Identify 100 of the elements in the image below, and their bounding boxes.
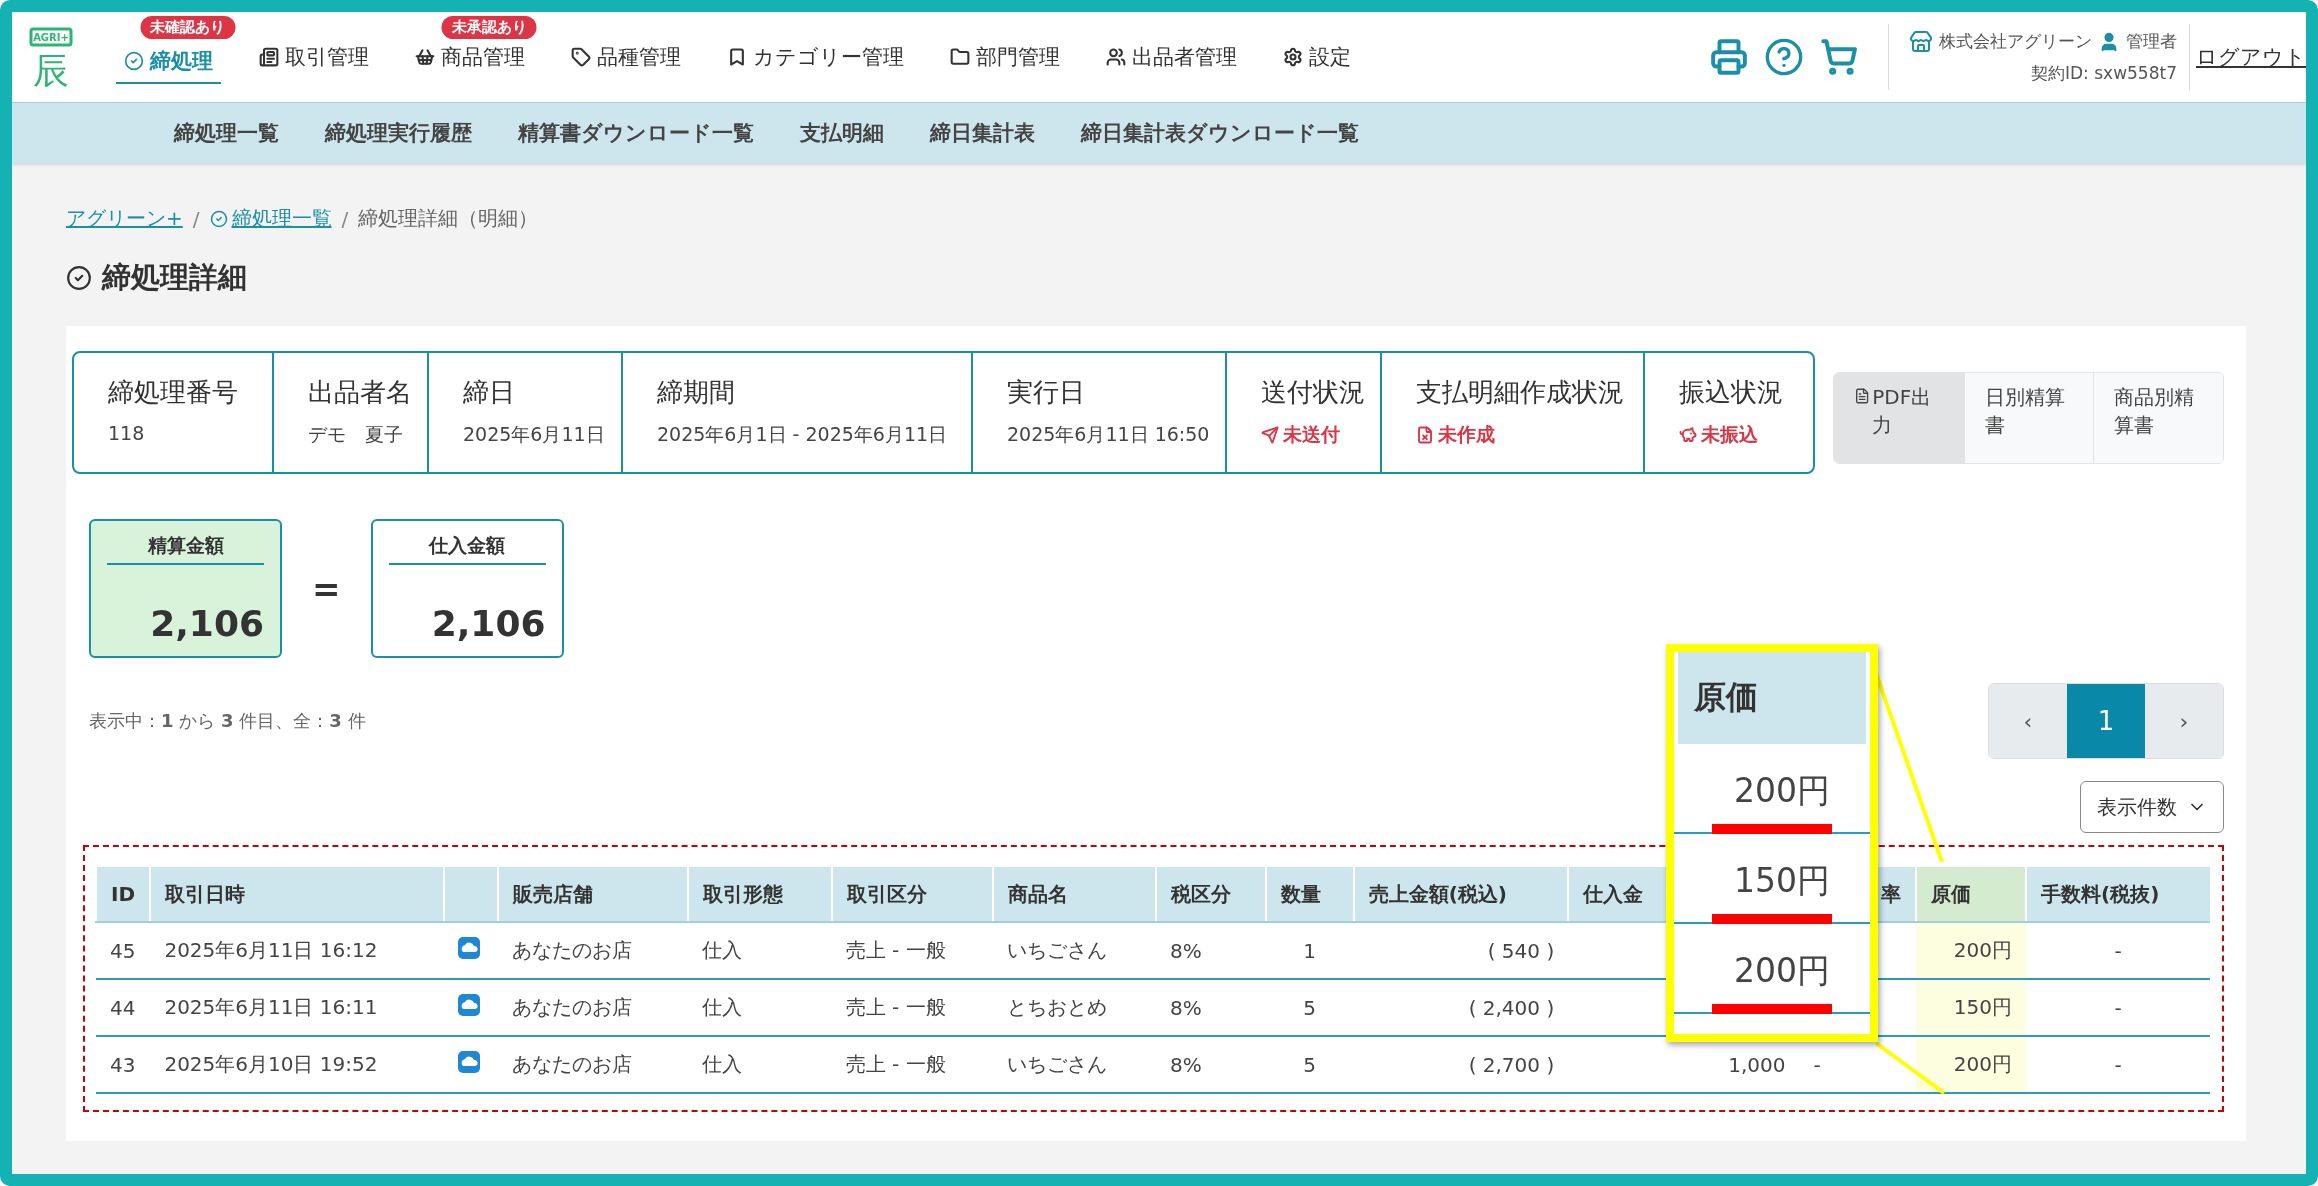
info-label: 締日 xyxy=(463,376,516,409)
status-icon xyxy=(1679,426,1697,444)
file-icon xyxy=(1854,387,1871,405)
column-header: 取引区分 xyxy=(831,867,993,922)
printer-icon[interactable] xyxy=(1710,38,1748,76)
nav-tab[interactable]: 締処理 xyxy=(116,40,221,84)
table-cell: 200円 xyxy=(1916,1036,2026,1093)
cloud-icon xyxy=(458,937,481,959)
subnav-link[interactable]: 支払明細 xyxy=(800,119,884,147)
nav-tab[interactable]: カテゴリー管理 xyxy=(719,35,912,79)
table-cell: あなたのお店 xyxy=(498,979,689,1036)
table-cell: 8% xyxy=(1155,979,1266,1036)
notice-badge: 未確認あり xyxy=(140,16,235,39)
table-cell: とちおとめ xyxy=(992,979,1156,1036)
info-value: 未送付 xyxy=(1261,422,1364,448)
subnav-link[interactable]: 締日集計表 xyxy=(930,119,1035,147)
subnav-link[interactable]: 締日集計表ダウンロード一覧 xyxy=(1081,119,1359,147)
nav-tab[interactable]: 出品者管理 xyxy=(1098,35,1245,79)
table-cell: 8% xyxy=(1155,922,1266,979)
header-cell xyxy=(444,867,499,922)
settings-icon xyxy=(1283,47,1303,67)
info-value: 118 xyxy=(108,422,146,444)
table-cell: 45 xyxy=(96,922,151,979)
info-label: 送付状況 xyxy=(1261,376,1364,409)
table-cell: ( 2,700 ) xyxy=(1353,1036,1569,1093)
table-cell: 2025年6月11日 16:11 xyxy=(150,979,445,1036)
logout-link[interactable]: ログアウト xyxy=(2196,43,2306,71)
info-label: 締期間 xyxy=(657,376,736,409)
info-value: 2025年6月11日 xyxy=(463,422,605,447)
summary-value: 2,106 xyxy=(149,603,264,644)
page-title: 締処理詳細 xyxy=(102,259,247,296)
column-header: 手数料(税抜) xyxy=(2026,867,2210,922)
next-page-button[interactable]: › xyxy=(2145,684,2223,758)
notice-badge: 未承認あり xyxy=(441,16,537,39)
cloud-icon xyxy=(458,1051,481,1073)
cloud-icon xyxy=(458,994,481,1016)
check-circle-icon xyxy=(209,209,228,228)
basket-icon xyxy=(415,47,435,67)
nav-tab[interactable]: 部門管理 xyxy=(942,35,1068,79)
info-label: 支払明細作成状況 xyxy=(1416,376,1625,409)
table-cell: 仕入 xyxy=(688,922,832,979)
table-cell: 150円 xyxy=(1916,979,2026,1036)
column-header: 税区分 xyxy=(1155,867,1266,922)
page-size-dropdown[interactable]: 表示件数 xyxy=(2080,781,2224,833)
folder-icon xyxy=(950,47,970,67)
column-header: 販売店舗 xyxy=(498,867,689,922)
subnav-link[interactable]: 締処理一覧 xyxy=(174,119,279,147)
info-value: 2025年6月1日 - 2025年6月11日 xyxy=(657,422,949,447)
subnav-link[interactable]: 精算書ダウンロード一覧 xyxy=(518,119,754,147)
check-circle-icon xyxy=(124,51,144,71)
info-label: 振込状況 xyxy=(1679,376,1784,409)
table-cell: 200円 xyxy=(1916,922,2026,979)
summary-label: 仕入金額 xyxy=(388,533,546,565)
callout-value: 200円 xyxy=(1734,950,1830,992)
table-cell: ( 540 ) xyxy=(1353,922,1569,979)
cart-icon[interactable] xyxy=(1820,38,1858,76)
table-cell: あなたのお店 xyxy=(498,1036,689,1093)
table-cell: 5 xyxy=(1265,1036,1354,1093)
action-button[interactable]: 日別精算書 xyxy=(1963,373,2094,463)
table-cell: - xyxy=(2026,922,2210,979)
page-button[interactable]: 1 xyxy=(2067,684,2145,758)
users-icon xyxy=(1106,47,1126,67)
subnav-link[interactable]: 締処理実行履歴 xyxy=(325,119,472,147)
action-button[interactable]: 商品別精算書 xyxy=(2093,373,2223,463)
check-circle-icon xyxy=(66,265,92,291)
table-cell: 売上 - 一般 xyxy=(831,922,993,979)
info-label: 実行日 xyxy=(1007,376,1086,409)
info-label: 締処理番号 xyxy=(108,376,239,409)
callout-value: 200円 xyxy=(1734,770,1830,812)
nav-tab[interactable]: 品種管理 xyxy=(563,35,689,79)
summary-value: 2,106 xyxy=(430,603,546,644)
table-cell: 44 xyxy=(96,979,151,1036)
store-icon xyxy=(1909,29,1933,54)
contract-id: 契約ID: sxw558t7 xyxy=(2031,61,2177,85)
status-icon xyxy=(1261,426,1279,444)
table-cell: いちごさん xyxy=(992,922,1156,979)
prev-page-button[interactable]: ‹ xyxy=(1989,684,2067,758)
table-cell: 43 xyxy=(96,1036,151,1093)
column-header: 原価 xyxy=(1916,867,2026,922)
summary-label: 精算金額 xyxy=(107,533,264,565)
table-cell: - xyxy=(2026,979,2210,1036)
bookmark-icon xyxy=(727,47,747,67)
newspaper-icon xyxy=(259,47,279,67)
callout-header: 原価 xyxy=(1674,652,1870,744)
nav-tab[interactable]: 取引管理 xyxy=(251,35,377,79)
user-role: 管理者 xyxy=(2126,30,2177,53)
info-value: 未作成 xyxy=(1416,422,1627,448)
tag-icon xyxy=(571,47,591,67)
column-header: 売上金額(税込) xyxy=(1353,867,1569,922)
nav-tab[interactable]: 設定 xyxy=(1275,35,1359,79)
table-cell: あなたのお店 xyxy=(498,922,689,979)
info-value: 2025年6月11日 16:50 xyxy=(1007,422,1209,447)
action-button[interactable]: PDF出力 xyxy=(1834,373,1964,463)
table-cell: 売上 - 一般 xyxy=(831,1036,993,1093)
help-icon[interactable] xyxy=(1764,37,1804,77)
equals-sign: = xyxy=(312,568,341,609)
company-name: 株式会社アグリーン xyxy=(1939,30,2092,53)
status-icon xyxy=(1416,426,1434,444)
info-label: 出品者名 xyxy=(308,376,411,409)
info-value: デモ 夏子 xyxy=(308,422,404,447)
